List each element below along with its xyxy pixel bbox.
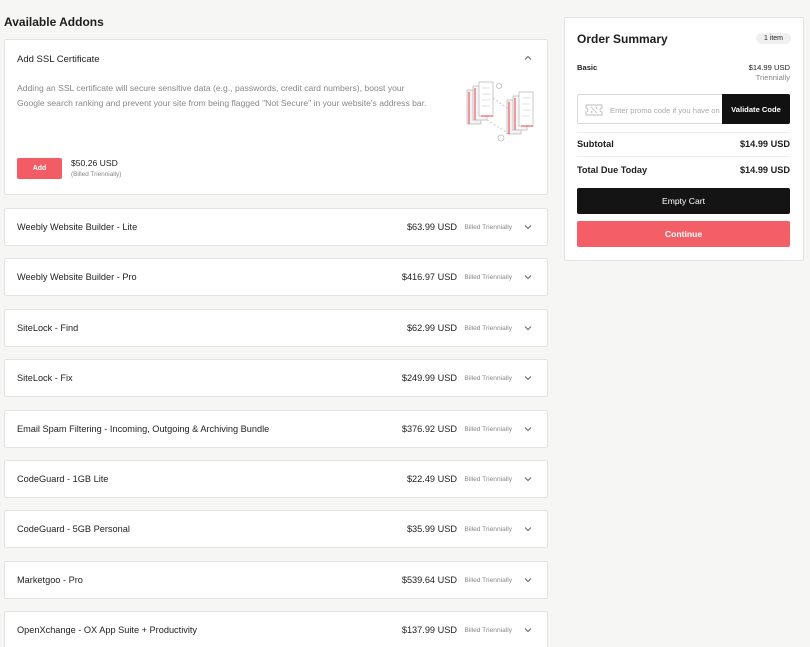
addon-price: $249.99 USD (401, 373, 457, 383)
addon-billing: Billed Triennially (464, 375, 512, 382)
addon-billing: Billed Triennially (464, 325, 512, 332)
addon-price: $539.64 USD (401, 575, 457, 585)
addon-price: $62.99 USD (406, 323, 457, 333)
chevron-down-icon[interactable] (523, 524, 533, 534)
addon-ssl-title[interactable]: Add SSL Certificate (17, 54, 100, 65)
addon-price: $22.49 USD (406, 474, 457, 484)
chevron-up-icon[interactable] (523, 53, 533, 63)
addon-ssl-price: $50.26 USD (71, 158, 118, 168)
order-summary-title: Order Summary (577, 32, 668, 46)
ssl-servers-illustration (466, 81, 534, 142)
addon-name: CodeGuard - 5GB Personal (17, 524, 130, 534)
ticket-icon (585, 104, 603, 116)
addon-price: $376.92 USD (401, 424, 457, 434)
addon-row[interactable]: Email Spam Filtering - Incoming, Outgoin… (4, 410, 548, 448)
subtotal-label: Subtotal (577, 139, 614, 149)
addon-price: $35.99 USD (406, 524, 457, 534)
promo-code-group: Validate Code (577, 94, 790, 124)
product-billing-cycle: Triennially (755, 73, 790, 82)
addon-ssl-panel: Add SSL Certificate Adding an SSL certif… (4, 39, 548, 195)
continue-button[interactable]: Continue (577, 221, 790, 247)
addon-ssl-description: Adding an SSL certificate will secure se… (17, 83, 427, 108)
add-ssl-button[interactable]: Add (17, 158, 62, 179)
addon-billing: Billed Triennially (464, 224, 512, 231)
addon-name: SiteLock - Fix (17, 373, 73, 383)
addon-billing: Billed Triennially (464, 426, 512, 433)
product-price: $14.99 USD (748, 63, 790, 72)
addon-price: $63.99 USD (406, 222, 457, 232)
chevron-down-icon[interactable] (523, 575, 533, 585)
chevron-down-icon[interactable] (523, 222, 533, 232)
addon-name: OpenXchange - OX App Suite + Productivit… (17, 625, 198, 635)
order-summary-panel: Order Summary 1 item Basic $14.99 USD Tr… (564, 17, 804, 261)
subtotal-value: $14.99 USD (739, 139, 790, 149)
chevron-down-icon[interactable] (523, 373, 533, 383)
chevron-down-icon[interactable] (523, 474, 533, 484)
addon-row[interactable]: OpenXchange - OX App Suite + Productivit… (4, 611, 548, 647)
total-due-label: Total Due Today (577, 165, 648, 175)
addon-name: Weebly Website Builder - Lite (17, 222, 138, 232)
chevron-down-icon[interactable] (523, 424, 533, 434)
chevron-down-icon[interactable] (523, 625, 533, 635)
addon-billing: Billed Triennially (464, 627, 512, 634)
validate-code-button[interactable]: Validate Code (722, 94, 790, 124)
divider (577, 156, 790, 157)
addon-row[interactable]: SiteLock - Find $62.99 USD Billed Trienn… (4, 309, 548, 347)
addon-name: Email Spam Filtering - Incoming, Outgoin… (17, 424, 270, 434)
addon-row[interactable]: Marketgoo - Pro $539.64 USD Billed Trien… (4, 561, 548, 599)
addon-billing: Billed Triennially (464, 274, 512, 281)
addon-billing: Billed Triennially (464, 476, 512, 483)
addon-name: CodeGuard - 1GB Lite (17, 474, 109, 484)
product-name: Basic (577, 63, 598, 72)
total-due-value: $14.99 USD (739, 165, 790, 175)
addon-ssl-billing: (Billed Triennially) (71, 171, 122, 178)
item-count-badge: 1 item (755, 33, 791, 44)
addon-row[interactable]: CodeGuard - 1GB Lite $22.49 USD Billed T… (4, 460, 548, 498)
addon-row[interactable]: Weebly Website Builder - Pro $416.97 USD… (4, 258, 548, 296)
addon-name: Weebly Website Builder - Pro (17, 272, 137, 282)
addon-name: Marketgoo - Pro (17, 575, 83, 585)
addon-price: $416.97 USD (401, 272, 457, 282)
divider (577, 132, 790, 133)
page-title: Available Addons (4, 15, 104, 29)
addon-billing: Billed Triennially (464, 577, 512, 584)
addon-row[interactable]: Weebly Website Builder - Lite $63.99 USD… (4, 208, 548, 246)
empty-cart-button[interactable]: Empty Cart (577, 188, 790, 214)
promo-code-input[interactable] (610, 102, 720, 118)
addon-row[interactable]: SiteLock - Fix $249.99 USD Billed Trienn… (4, 359, 548, 397)
chevron-down-icon[interactable] (523, 323, 533, 333)
chevron-down-icon[interactable] (523, 272, 533, 282)
addon-name: SiteLock - Find (17, 323, 79, 333)
addon-row[interactable]: CodeGuard - 5GB Personal $35.99 USD Bill… (4, 510, 548, 548)
addon-billing: Billed Triennially (464, 526, 512, 533)
addon-price: $137.99 USD (401, 625, 457, 635)
